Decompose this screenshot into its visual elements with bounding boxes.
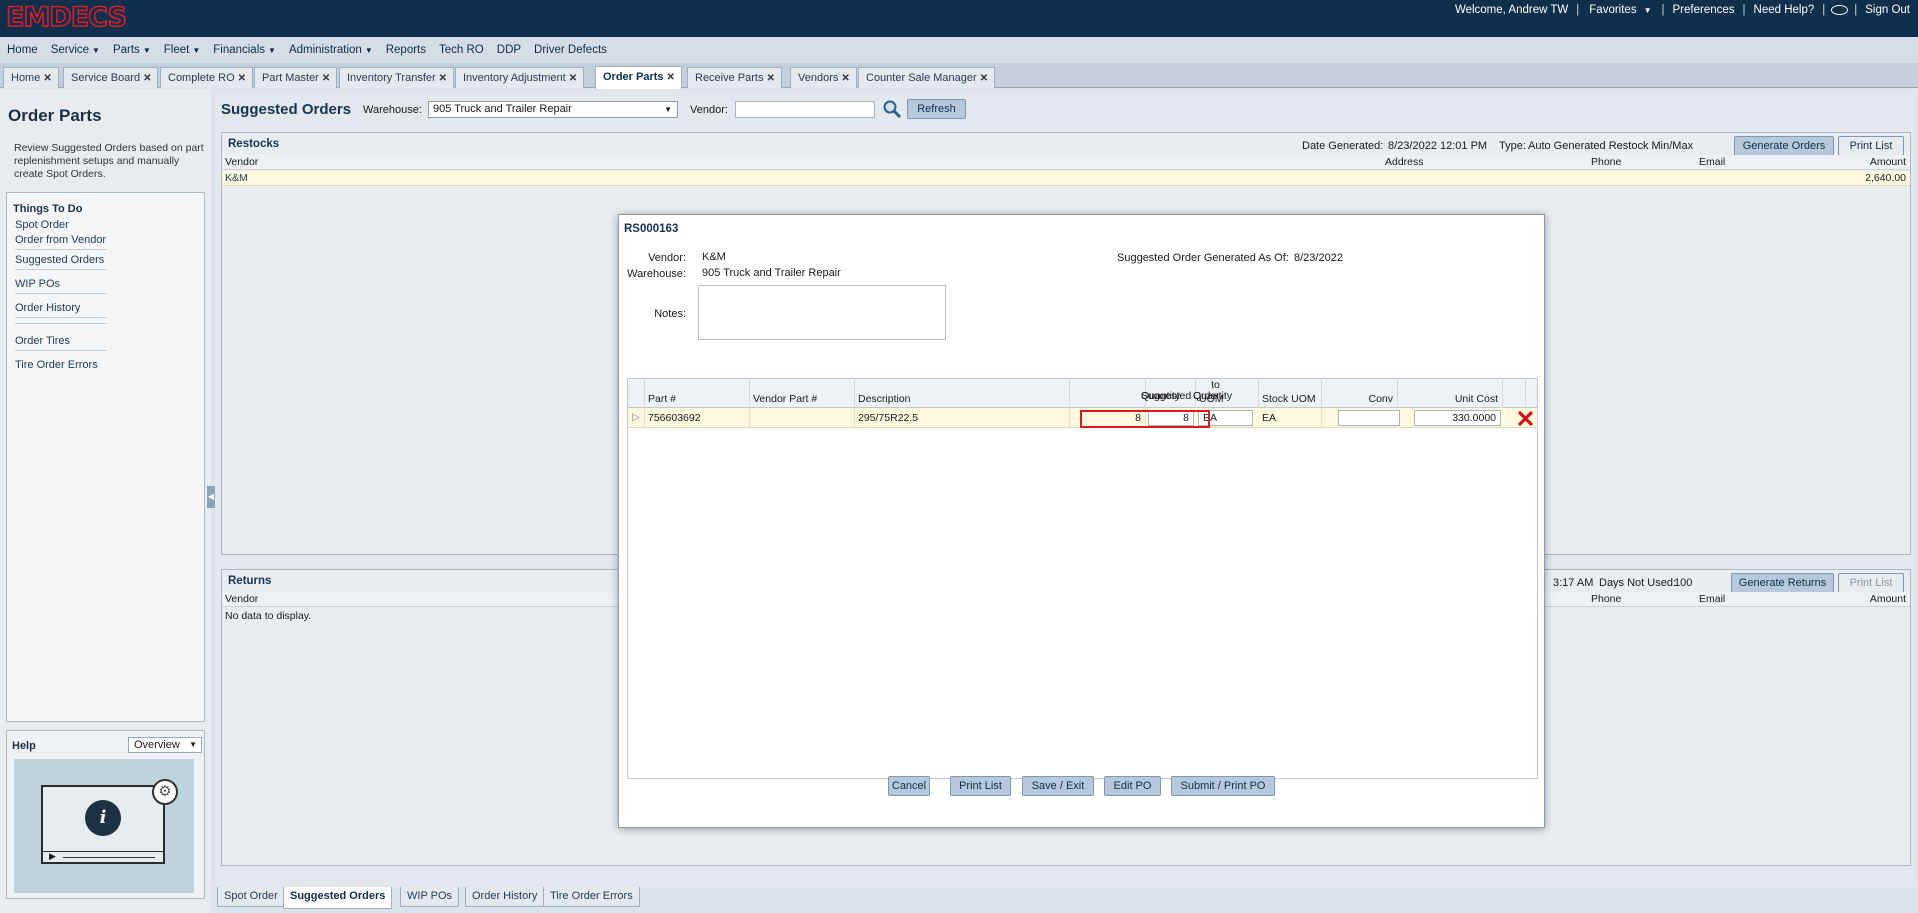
save-exit-button[interactable]: Save / Exit bbox=[1022, 776, 1094, 796]
submit-print-po-button[interactable]: Submit / Print PO bbox=[1171, 776, 1275, 796]
warehouse-label: Warehouse: bbox=[627, 268, 686, 280]
notes-textarea[interactable] bbox=[698, 285, 946, 340]
col-quantity-to-order[interactable]: Quantity to Order bbox=[1146, 379, 1232, 408]
cancel-button[interactable]: Cancel bbox=[888, 776, 930, 796]
edit-po-button[interactable]: Edit PO bbox=[1104, 776, 1161, 796]
unit-cost-input[interactable]: 330.0000 bbox=[1414, 410, 1501, 426]
col-vendor-part[interactable]: Vendor Part # bbox=[750, 379, 855, 408]
col-part[interactable]: Part # bbox=[645, 379, 750, 408]
col-suggested-quantity[interactable]: Suggested Quantity bbox=[1070, 379, 1191, 408]
col-description[interactable]: Description bbox=[855, 379, 1070, 408]
delete-row-icon[interactable] bbox=[1518, 411, 1533, 426]
order-lines-grid: Part # Vendor Part # Description Suggest… bbox=[627, 378, 1538, 779]
notes-label: Notes: bbox=[654, 308, 686, 320]
generated-value: 8/23/2022 bbox=[1294, 252, 1343, 264]
col-stock-uom[interactable]: Stock UOM bbox=[1259, 379, 1322, 408]
col-conv[interactable]: Conv bbox=[1322, 379, 1398, 408]
col-unit-cost[interactable]: Unit Cost bbox=[1398, 379, 1503, 408]
row-expand-icon[interactable]: ▷ bbox=[628, 408, 645, 428]
vendor-value: K&M bbox=[702, 251, 726, 263]
warehouse-value: 905 Truck and Trailer Repair bbox=[702, 267, 841, 279]
restock-number: RS000163 bbox=[624, 223, 679, 235]
cell-description: 295/75R22.5 bbox=[855, 408, 1070, 428]
quantity-highlight-box bbox=[1080, 410, 1210, 428]
col-uom[interactable]: UOM bbox=[1196, 379, 1259, 408]
cell-stock-uom: EA bbox=[1259, 408, 1322, 428]
generated-label: Suggested Order Generated As Of: bbox=[1117, 252, 1289, 264]
cell-vendor-part bbox=[750, 408, 855, 428]
cell-part: 756603692 bbox=[645, 408, 750, 428]
print-list-button[interactable]: Print List bbox=[950, 776, 1011, 796]
conv-input[interactable] bbox=[1338, 410, 1400, 426]
vendor-label: Vendor: bbox=[648, 252, 686, 264]
grid-header: Part # Vendor Part # Description Suggest… bbox=[628, 379, 1537, 408]
suggested-order-dialog: RS000163 Vendor: K&M Warehouse: 905 Truc… bbox=[618, 214, 1545, 828]
